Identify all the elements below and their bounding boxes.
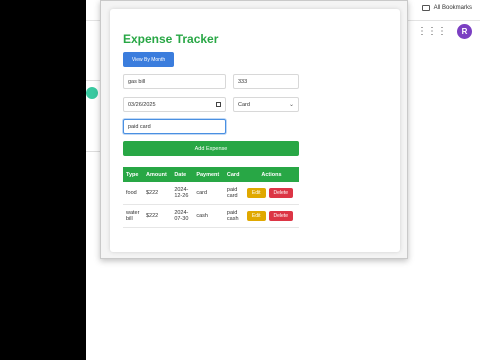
cell-payment: cash [193, 204, 224, 228]
table-row: food $222 2024-12-26 card paid card Edit… [123, 182, 299, 205]
cell-card: paid cash [223, 204, 244, 228]
expenses-table: Type Amount Date Payment Card Actions fo… [123, 167, 299, 228]
amount-input[interactable]: 333 [233, 74, 299, 89]
cell-amount: $222 [143, 182, 172, 205]
payment-value: Card [238, 101, 250, 108]
date-input[interactable]: 03/26/2025 [123, 97, 226, 112]
date-value: 03/26/2025 [128, 101, 156, 108]
profile-initial: R [461, 27, 468, 36]
card-value: paid card [128, 123, 151, 130]
amount-value: 333 [238, 78, 248, 85]
cell-type: food [123, 182, 143, 205]
expense-tracker-card: Expense Tracker View By Month gas bill 3… [110, 9, 400, 252]
header-card: Card [223, 167, 244, 182]
edit-button[interactable]: Edit [246, 211, 266, 221]
header-date: Date [171, 167, 194, 182]
add-expense-button[interactable]: Add Expense [123, 141, 299, 156]
header-payment: Payment [193, 167, 224, 182]
extension-popup: Expense Tracker View By Month gas bill 3… [100, 0, 408, 259]
cell-payment: card [193, 182, 224, 205]
folder-icon [421, 5, 430, 11]
cell-type: water bill [123, 204, 143, 228]
calendar-icon[interactable] [216, 102, 221, 107]
apps-grid-icon[interactable]: ⋮⋮⋮ [417, 25, 447, 39]
table-header-row: Type Amount Date Payment Card Actions [123, 167, 299, 182]
profile-avatar[interactable]: R [457, 24, 472, 39]
table-row: water bill $222 2024-07-30 cash paid cas… [123, 204, 299, 228]
cell-date: 2024-12-26 [171, 182, 194, 205]
payment-select[interactable]: Card ⌄ [233, 97, 299, 112]
header-amount: Amount [143, 167, 172, 182]
browser-window: All Bookmarks ⚗ ⋮⋮⋮ R Expense Tracker Vi… [86, 0, 480, 360]
page-title: Expense Tracker [123, 32, 219, 46]
header-type: Type [123, 167, 143, 182]
chevron-down-icon: ⌄ [288, 102, 294, 108]
description-value: gas bill [128, 78, 146, 85]
delete-button[interactable]: Delete [268, 211, 293, 221]
cell-actions: Edit Delete [243, 204, 299, 228]
cell-date: 2024-07-30 [171, 204, 194, 228]
all-bookmarks-label: All Bookmarks [433, 5, 472, 11]
cell-actions: Edit Delete [243, 182, 299, 205]
header-actions: Actions [243, 167, 299, 182]
all-bookmarks-button[interactable]: All Bookmarks [421, 5, 472, 11]
page-green-indicator [86, 87, 98, 99]
view-by-month-button[interactable]: View By Month [123, 52, 174, 67]
cell-card: paid card [223, 182, 244, 205]
cell-amount: $222 [143, 204, 172, 228]
delete-button[interactable]: Delete [268, 188, 293, 198]
edit-button[interactable]: Edit [246, 188, 266, 198]
browser-toolbar-icons: ⚗ ⋮⋮⋮ R [398, 24, 472, 39]
card-input[interactable]: paid card [123, 119, 226, 134]
description-input[interactable]: gas bill [123, 74, 226, 89]
